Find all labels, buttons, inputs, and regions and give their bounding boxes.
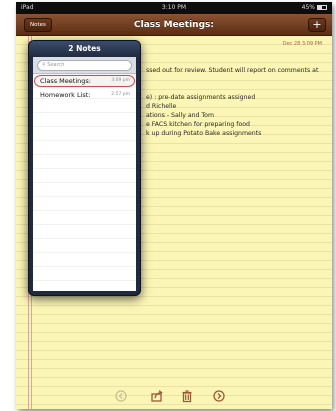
note-line xyxy=(146,84,330,93)
list-item-title: Homework List: xyxy=(40,91,91,99)
notes-list: ⚲ Search Class Meetings: 3:09 pm Homewor… xyxy=(33,57,136,291)
add-note-button[interactable]: + xyxy=(308,18,326,32)
list-item-time: 3:09 pm xyxy=(111,78,130,83)
list-item[interactable]: Class Meetings: 3:09 pm xyxy=(33,74,136,88)
clock: 3:10 PM xyxy=(161,4,187,11)
note-line: e) : pre-date assignments assigned xyxy=(146,94,256,101)
right-arrow-icon[interactable] xyxy=(212,389,226,403)
note-line: d Richelle xyxy=(146,103,177,110)
bottom-toolbar xyxy=(16,383,332,409)
list-item[interactable]: Homework List: 2:57 pm xyxy=(33,88,136,102)
note-body[interactable]: ssed out for review. Student will report… xyxy=(146,66,330,138)
status-bar: iPad 3:10 PM 45% xyxy=(16,2,332,14)
search-bar: ⚲ Search xyxy=(33,57,136,74)
note-date: Dec 28 3:09 PM xyxy=(282,41,322,47)
battery-percent: 45% xyxy=(301,4,315,11)
left-arrow-icon[interactable] xyxy=(114,389,128,403)
battery-indicator: 45% xyxy=(302,2,327,14)
note-line: e FACS kitchen for preparing food xyxy=(146,121,250,128)
search-icon: ⚲ xyxy=(42,62,46,68)
search-input[interactable]: ⚲ Search xyxy=(37,60,132,71)
notes-popover: 2 Notes ⚲ Search Class Meetings: 3:09 pm… xyxy=(28,40,141,296)
list-item-time: 2:57 pm xyxy=(111,92,130,97)
note-title: Class Meetings: xyxy=(134,20,214,30)
nav-bar: Notes Class Meetings: + xyxy=(16,14,332,36)
note-line: ations - Sally and Tom xyxy=(146,112,214,119)
share-icon[interactable] xyxy=(150,389,164,403)
note-line: ssed out for review. Student will report… xyxy=(146,67,319,74)
battery-icon xyxy=(317,5,327,10)
note-line xyxy=(146,75,330,84)
note-line: k up during Potato Bake assignments xyxy=(146,130,262,137)
popover-title: 2 Notes xyxy=(29,41,140,57)
search-placeholder: Search xyxy=(47,62,65,68)
trash-icon[interactable] xyxy=(180,389,194,403)
